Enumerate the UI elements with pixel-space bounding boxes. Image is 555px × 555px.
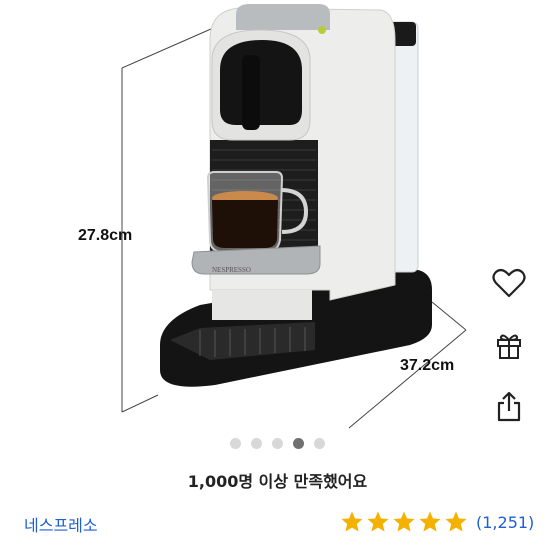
carousel-dot-2[interactable] (251, 438, 262, 449)
lower-panel (212, 290, 312, 320)
carousel-dot-5[interactable] (314, 438, 325, 449)
carousel-dot-4[interactable] (293, 438, 304, 449)
heart-icon (492, 268, 526, 298)
star-icon (341, 511, 363, 532)
review-count[interactable]: (1,251) (476, 513, 534, 532)
depth-label: 37.2cm (400, 357, 455, 374)
side-action-bar (486, 262, 532, 448)
coffee-machine-illustration: NESPRESSO (121, 4, 467, 429)
star-icon (393, 511, 415, 532)
carousel-indicator (0, 438, 555, 449)
star-icon (445, 511, 467, 532)
product-image: NESPRESSO 27.8cm 37.2cm (0, 0, 555, 430)
gift-button[interactable] (486, 324, 532, 366)
lever-top (236, 4, 330, 30)
rating-summary[interactable]: (1,251) (340, 510, 534, 534)
satisfaction-text: 1,000명 이상 만족했어요 (187, 472, 368, 491)
head-panel (220, 40, 302, 125)
carousel-dot-3[interactable] (272, 438, 283, 449)
brand-print: NESPRESSO (212, 266, 251, 274)
brand-link[interactable]: 네스프레소 (24, 512, 98, 536)
carousel-dot-1[interactable] (230, 438, 241, 449)
star-icon (367, 511, 389, 532)
spout (242, 55, 260, 130)
height-label: 27.8cm (78, 227, 133, 244)
share-icon (497, 391, 521, 422)
share-button[interactable] (486, 386, 532, 428)
wishlist-button[interactable] (486, 262, 532, 304)
gift-icon (497, 334, 521, 359)
coffee (212, 200, 278, 248)
power-indicator (318, 26, 326, 34)
star-icon (419, 511, 441, 532)
